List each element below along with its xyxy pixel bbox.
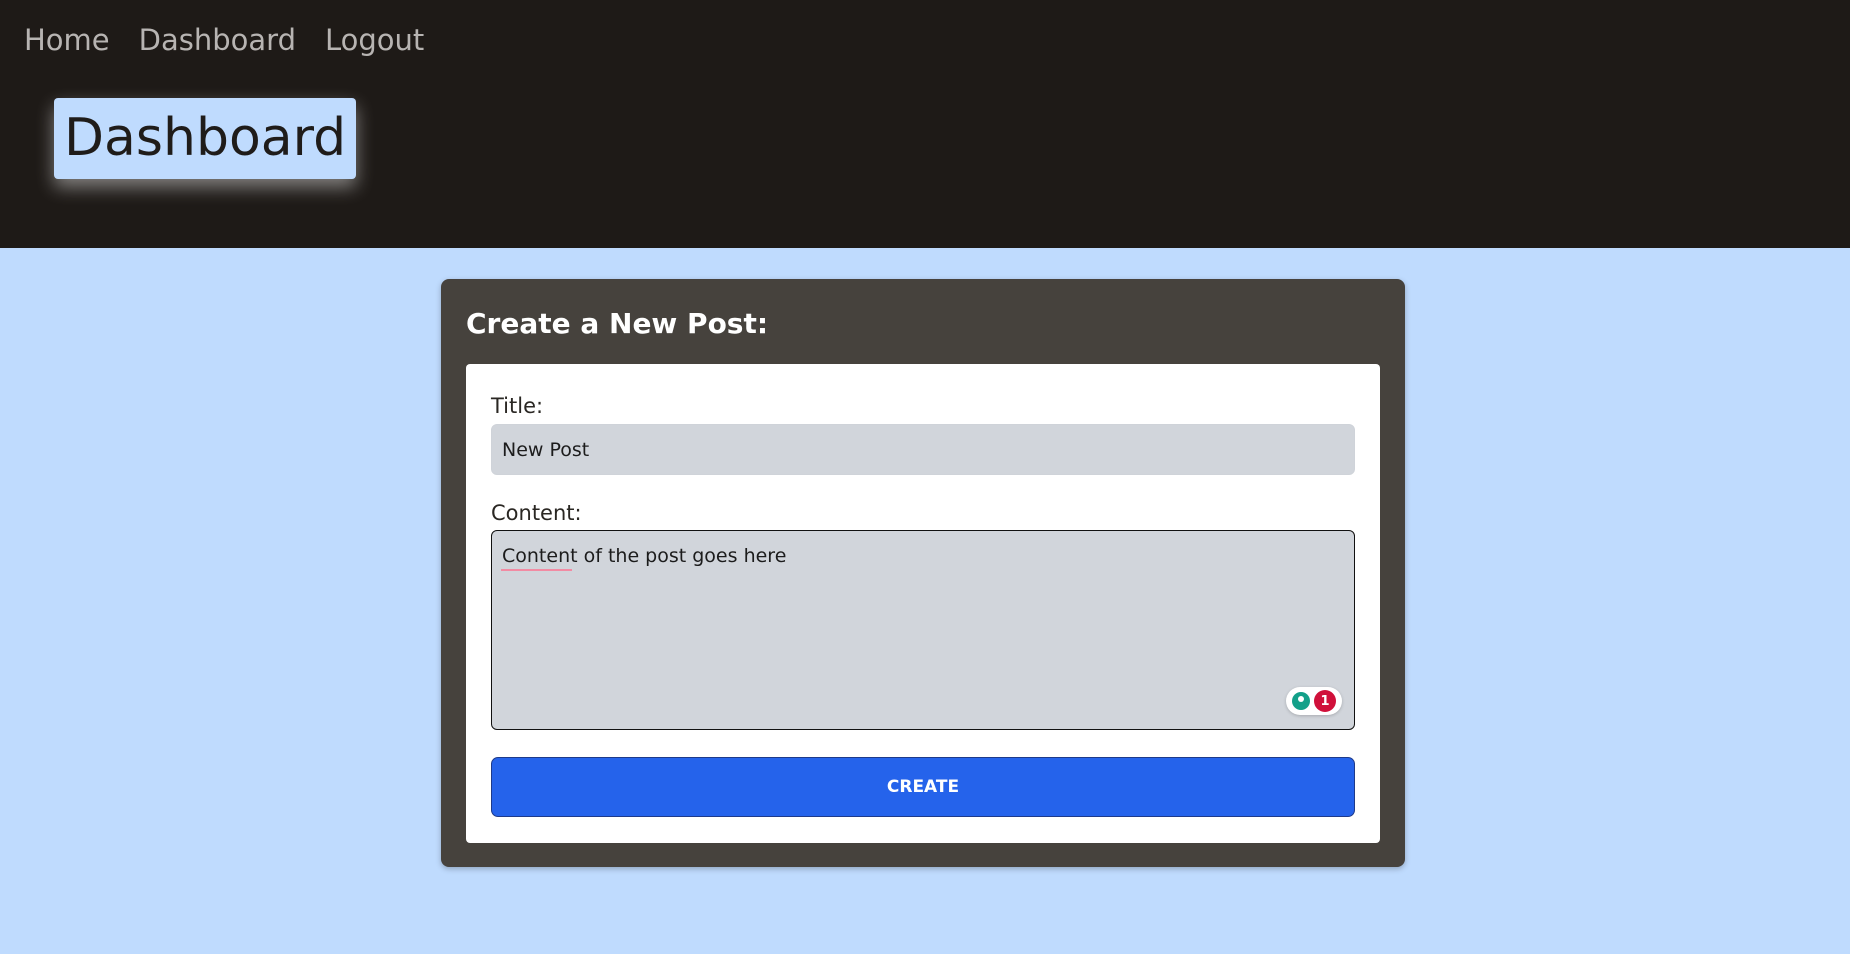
spellcheck-underline: [501, 569, 572, 571]
title-input[interactable]: [491, 424, 1355, 475]
new-post-heading: Create a New Post:: [466, 307, 769, 340]
grammar-assistant-widget[interactable]: 1: [1286, 687, 1342, 715]
nav-home-link[interactable]: Home: [24, 18, 110, 62]
site-header: Home Dashboard Logout Dashboard: [0, 0, 1850, 248]
content-textarea[interactable]: Content of the post goes here: [491, 530, 1355, 730]
content-label: Content:: [491, 501, 582, 525]
top-nav: Home Dashboard Logout: [24, 18, 453, 62]
lightbulb-icon: [1292, 692, 1310, 710]
new-post-card: Create a New Post: Title: Content: Conte…: [441, 279, 1405, 867]
nav-logout-link[interactable]: Logout: [325, 18, 424, 62]
new-post-form: Title: Content: Content of the post goes…: [466, 364, 1380, 843]
nav-dashboard-link[interactable]: Dashboard: [139, 18, 296, 62]
suggestion-count-badge: 1: [1314, 690, 1336, 712]
create-button[interactable]: CREATE: [491, 757, 1355, 817]
page-title: Dashboard: [54, 98, 357, 179]
title-label: Title:: [491, 394, 544, 418]
